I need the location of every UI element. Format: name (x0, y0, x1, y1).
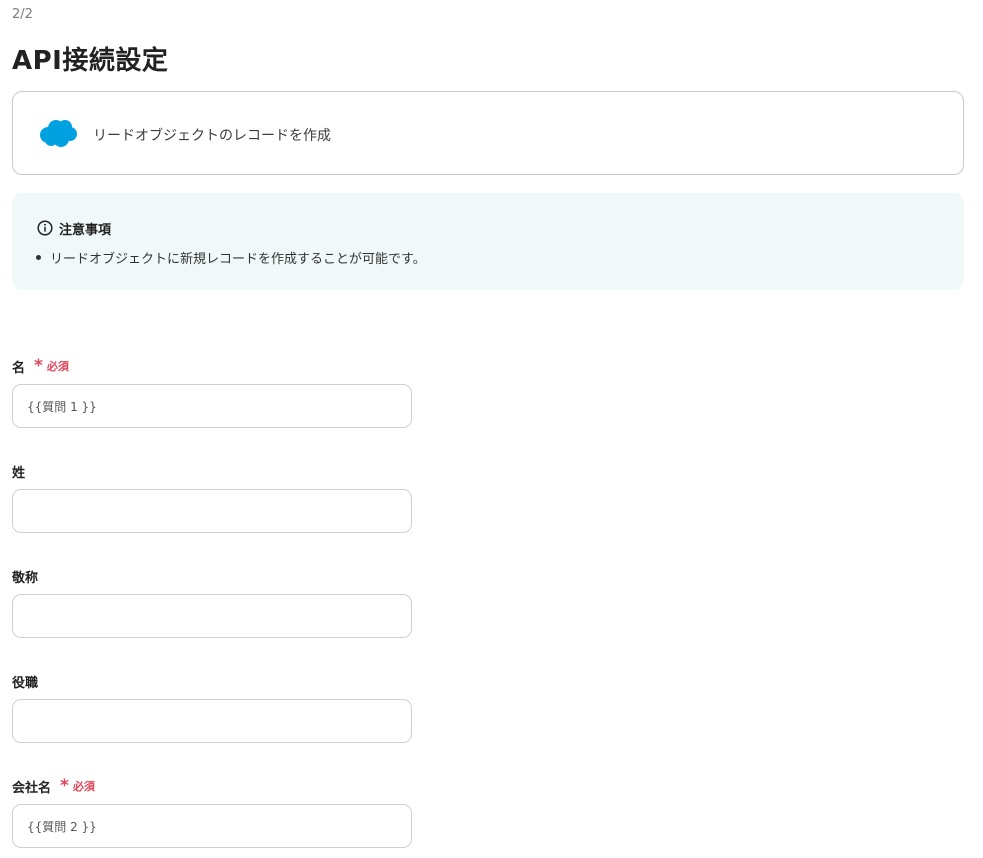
required-badge: * 必須 (34, 356, 69, 376)
action-card[interactable]: リードオブジェクトのレコードを作成 (12, 91, 964, 175)
step-indicator: 2/2 (12, 7, 33, 22)
notice-box: 注意事項 リードオブジェクトに新規レコードを作成することが可能です。 (12, 193, 964, 290)
asterisk-icon: * (60, 776, 69, 796)
asterisk-icon: * (34, 356, 43, 376)
info-circle-icon (37, 220, 53, 236)
notice-item: リードオブジェクトに新規レコードを作成することが可能です。 (36, 248, 426, 267)
notice-item-text: リードオブジェクトに新規レコードを作成することが可能です。 (50, 252, 426, 267)
job-title-input[interactable] (12, 699, 412, 743)
field-company: 会社名 * 必須 {{質問 2 }} (12, 777, 412, 848)
notice-title: 注意事項 (59, 222, 112, 238)
field-label: 姓 (12, 465, 26, 481)
bullet-icon (36, 255, 41, 260)
field-label: 名 (12, 360, 26, 376)
page-title: API接続設定 (12, 46, 169, 76)
required-label: 必須 (72, 780, 95, 793)
notice-header: 注意事項 (37, 219, 112, 238)
action-label: リードオブジェクトのレコードを作成 (93, 128, 331, 144)
field-label: 会社名 (12, 780, 52, 796)
first-name-input[interactable]: {{質問 1 }} (12, 384, 412, 428)
company-input[interactable]: {{質問 2 }} (12, 804, 412, 848)
field-last-name: 姓 (12, 462, 412, 533)
required-badge: * 必須 (60, 776, 95, 796)
last-name-input[interactable] (12, 489, 412, 533)
field-label: 役職 (12, 675, 39, 691)
field-salutation: 敬称 (12, 567, 412, 638)
required-label: 必須 (46, 360, 69, 373)
salesforce-cloud-icon (40, 120, 77, 147)
field-job-title: 役職 (12, 672, 412, 743)
field-label: 敬称 (12, 570, 39, 586)
salutation-input[interactable] (12, 594, 412, 638)
field-first-name: 名 * 必須 {{質問 1 }} (12, 357, 412, 428)
